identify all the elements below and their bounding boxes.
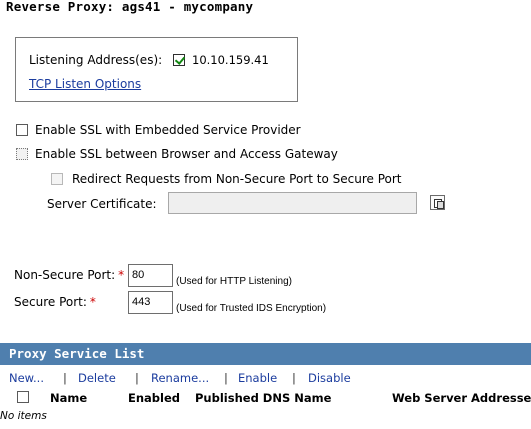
- rename-button[interactable]: Rename...: [151, 371, 209, 385]
- toolbar-separator: |: [135, 371, 139, 385]
- service-table-header: Name Enabled Published DNS Name Web Serv…: [0, 389, 531, 407]
- select-all-checkbox[interactable]: [17, 391, 29, 403]
- server-certificate-label: Server Certificate:: [47, 197, 157, 211]
- listening-address-panel: Listening Address(es): 10.10.159.41 TCP …: [15, 37, 298, 102]
- column-web-server-addresses[interactable]: Web Server Addresses: [392, 391, 531, 405]
- embedded-ssl-checkbox[interactable]: [16, 124, 28, 136]
- new-button[interactable]: New...: [9, 371, 44, 385]
- page-header: Reverse Proxy: ags41 - mycompany: [0, 0, 531, 16]
- browser-ssl-label: Enable SSL between Browser and Access Ga…: [35, 147, 338, 161]
- toolbar-separator: |: [224, 371, 228, 385]
- required-marker: *: [89, 295, 96, 309]
- secure-port-label-text: Secure Port:: [14, 295, 87, 309]
- non-secure-port-input[interactable]: 80: [128, 264, 173, 287]
- server-certificate-field[interactable]: [168, 192, 417, 214]
- delete-button[interactable]: Delete: [78, 371, 116, 385]
- secure-port-note: (Used for Trusted IDS Encryption): [176, 303, 327, 314]
- required-marker: *: [118, 268, 125, 282]
- non-secure-port-label: Non-Secure Port: *: [14, 268, 124, 282]
- page-title: Reverse Proxy: ags41 - mycompany: [6, 0, 254, 14]
- embedded-ssl-label: Enable SSL with Embedded Service Provide…: [35, 123, 301, 137]
- enable-button[interactable]: Enable: [238, 371, 277, 385]
- column-name[interactable]: Name: [50, 391, 87, 405]
- tcp-listen-options-link[interactable]: TCP Listen Options: [29, 77, 141, 91]
- toolbar-separator: |: [292, 371, 296, 385]
- column-enabled[interactable]: Enabled: [128, 391, 180, 405]
- empty-list-message: No items: [0, 410, 47, 422]
- proxy-service-list-header: Proxy Service List: [0, 343, 531, 365]
- address-checkbox[interactable]: [173, 54, 185, 66]
- secure-port-label: Secure Port: *: [14, 295, 96, 309]
- non-secure-port-note: (Used for HTTP Listening): [176, 276, 292, 287]
- service-list-toolbar: New... | Delete | Rename... | Enable | D…: [0, 371, 531, 387]
- redirect-label: Redirect Requests from Non-Secure Port t…: [72, 172, 402, 186]
- disable-button[interactable]: Disable: [308, 371, 351, 385]
- certificate-browse-icon[interactable]: [430, 195, 445, 210]
- listening-address-label: Listening Address(es):: [29, 53, 163, 67]
- non-secure-port-label-text: Non-Secure Port:: [14, 268, 116, 282]
- listening-address-value: 10.10.159.41: [192, 53, 269, 67]
- proxy-service-list-title: Proxy Service List: [9, 346, 145, 361]
- column-published-dns-name[interactable]: Published DNS Name: [195, 391, 331, 405]
- browser-ssl-checkbox[interactable]: [16, 148, 28, 160]
- redirect-checkbox[interactable]: [51, 173, 63, 185]
- toolbar-separator: |: [63, 371, 67, 385]
- secure-port-input[interactable]: 443: [128, 291, 173, 314]
